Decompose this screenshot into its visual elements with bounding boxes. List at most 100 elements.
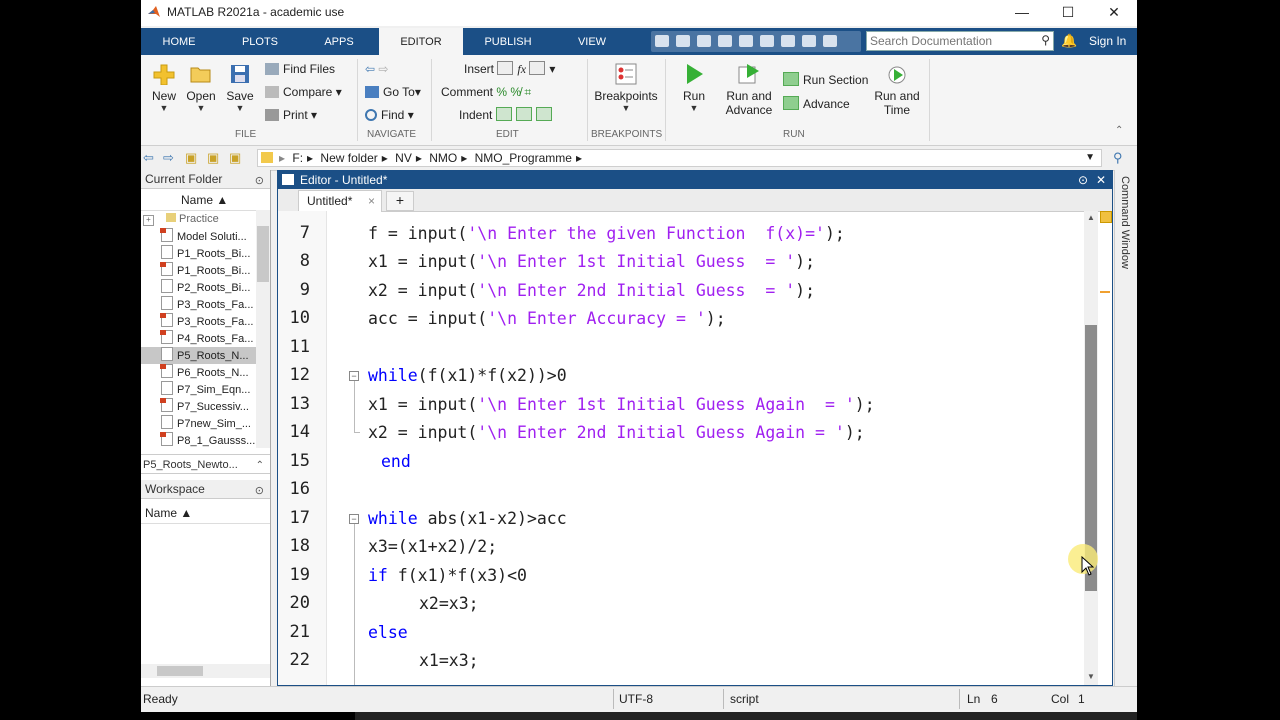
scrollbar-thumb[interactable] [157,666,203,676]
tab-apps[interactable]: APPS [309,28,369,55]
redo-icon[interactable] [760,35,774,47]
comment-button[interactable]: Comment % %̸ ⌗ [441,83,531,101]
comment-icon[interactable]: % [496,85,507,99]
go-to-button[interactable]: Go To▾ [365,83,421,101]
tab-untitled[interactable]: Untitled* × [298,190,382,212]
list-item[interactable]: P2_Roots_Bi... [141,279,256,296]
list-item[interactable]: P3_Roots_Fa... [141,313,256,330]
editor-actions-icon[interactable]: ⊙ [1078,171,1088,189]
breadcrumb-item[interactable]: NMO_Programme [475,151,572,165]
indent-button[interactable]: Indent [459,106,556,124]
copy-icon[interactable] [697,35,711,47]
warning-marker[interactable] [1100,291,1110,293]
help-icon[interactable] [802,35,816,47]
uncomment-icon[interactable]: %̸ [510,85,521,99]
list-item[interactable]: P7new_Sim_... [141,415,256,432]
list-item[interactable]: P1_Roots_Bi... [141,245,256,262]
back-forward-buttons[interactable]: ⇦ ⇨ [365,60,388,78]
up-folder-icon[interactable]: ▣ [185,150,197,166]
minimize-button[interactable]: — [999,0,1045,26]
run-section-button[interactable]: Run Section [783,71,868,89]
browse-folder-icon[interactable]: ▣ [207,150,219,166]
paste-icon[interactable] [718,35,732,47]
run-button[interactable]: Run ▼ [677,63,711,113]
undo-icon[interactable] [739,35,753,47]
list-item[interactable]: + Practice [141,211,256,228]
sign-in-link[interactable]: Sign In [1089,34,1126,48]
details-header[interactable]: P5_Roots_Newto... ⌃ [141,454,270,474]
chevron-up-icon[interactable]: ⌃ [256,457,264,475]
code-analyzer-indicator-icon[interactable] [1100,211,1112,223]
search-documentation[interactable]: ⚲ [866,31,1054,51]
open-button[interactable]: Open ▼ [183,63,219,113]
search-icon[interactable]: ⚲ [1041,33,1050,47]
breakpoints-button[interactable]: Breakpoints ▼ [593,63,659,113]
list-item[interactable]: P7_Sim_Eqn... [141,381,256,398]
find-button[interactable]: Find ▾ [365,106,414,124]
fold-toggle-icon[interactable]: − [349,514,359,524]
list-item[interactable]: P7_Sucessiv... [141,398,256,415]
tab-plots[interactable]: PLOTS [227,28,293,55]
run-and-time-button[interactable]: Run and Time [871,63,923,117]
close-tab-icon[interactable]: × [368,191,375,212]
panel-actions-icon[interactable]: ⊙ [255,482,264,500]
workspace-name-header[interactable]: Name ▲ [141,503,270,524]
editor-scrollbar[interactable]: ▲ ▼ [1084,211,1098,685]
maximize-button[interactable]: ☐ [1045,0,1091,26]
run-and-advance-button[interactable]: Run and Advance [723,63,775,117]
search-folder-icon[interactable]: ⚲ [1113,150,1123,166]
close-button[interactable]: ✕ [1091,0,1137,26]
open-folder-icon[interactable]: ▣ [229,150,241,166]
new-button[interactable]: New ▼ [147,63,181,113]
tab-publish[interactable]: PUBLISH [471,28,545,55]
breadcrumb-item[interactable]: NV [395,151,412,165]
wrap-comments-icon[interactable]: ⌗ [524,85,531,99]
workspace-hscrollbar[interactable] [141,664,270,678]
fold-toggle-icon[interactable]: − [349,371,359,381]
cut-icon[interactable] [676,35,690,47]
new-tab-button[interactable]: + [386,191,414,211]
breadcrumb-item[interactable]: New folder [320,151,377,165]
collapse-ribbon-icon[interactable]: ⌃ [1115,125,1123,136]
scroll-down-icon[interactable]: ▼ [1087,672,1095,681]
forward-icon[interactable]: ⇨ [163,150,174,166]
tab-editor[interactable]: EDITOR [379,28,463,55]
search-input[interactable] [867,32,1033,50]
back-arrow-icon[interactable]: ⇦ [365,62,375,76]
tab-home[interactable]: HOME [147,28,211,55]
scrollbar-thumb[interactable] [257,226,269,282]
insert-button[interactable]: Insert fx ▾ [464,60,555,78]
list-item[interactable]: P1_Roots_Bi... [141,262,256,279]
compare-button[interactable]: Compare ▾ [265,83,342,101]
find-files-button[interactable]: Find Files [265,60,335,78]
scroll-up-icon[interactable]: ▲ [1087,213,1095,222]
breadcrumb-item[interactable]: F: [292,151,303,165]
decrease-indent-icon[interactable] [535,107,552,121]
notification-bell-icon[interactable]: 🔔 [1061,33,1077,49]
list-item-selected[interactable]: P5_Roots_N... [141,347,256,364]
insert-function-icon[interactable] [529,61,546,75]
tab-view[interactable]: VIEW [561,28,623,55]
smart-indent-icon[interactable] [495,107,512,121]
list-item[interactable]: P6_Roots_N... [141,364,256,381]
path-dropdown-icon[interactable]: ▼ [1085,150,1095,166]
advance-button[interactable]: Advance [783,95,850,113]
expand-icon[interactable]: + [143,215,154,226]
back-icon[interactable]: ⇦ [143,150,154,166]
print-button[interactable]: Print ▾ [265,106,317,124]
command-window-collapsed[interactable]: Command Window [1114,170,1137,686]
code-area[interactable]: 7 8 9 10 11 12 13 14 15 16 17 18 19 20 2… [278,211,1086,685]
name-column-header[interactable]: Name ▲ [141,190,256,211]
folder-scrollbar[interactable] [256,210,270,448]
close-editor-icon[interactable]: ✕ [1096,171,1106,189]
breadcrumb[interactable]: ▸ F: ▸ New folder ▸ NV ▸ NMO ▸ NMO_Programme… [257,149,1102,167]
save-button[interactable]: Save ▼ [223,63,257,113]
breadcrumb-item[interactable]: NMO [429,151,457,165]
fx-icon[interactable]: fx [517,62,526,76]
forward-arrow-icon[interactable]: ⇨ [378,62,388,76]
increase-indent-icon[interactable] [515,107,532,121]
switch-windows-icon[interactable] [781,35,795,47]
save-icon[interactable] [655,35,669,47]
list-item[interactable]: Model Soluti... [141,228,256,245]
panel-actions-icon[interactable]: ⊙ [255,172,264,190]
